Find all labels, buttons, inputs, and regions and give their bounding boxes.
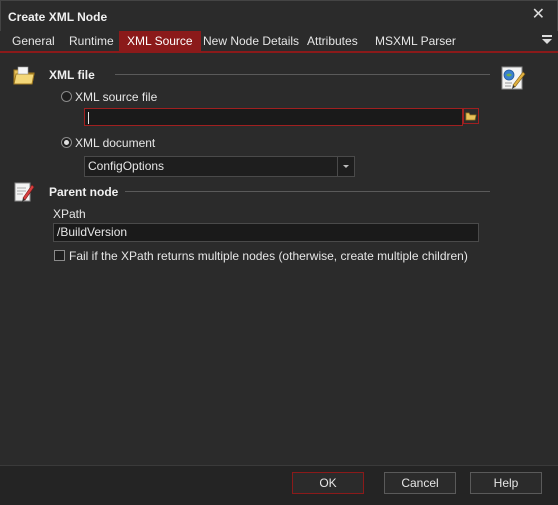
xml-document-select[interactable]: ConfigOptions [84,156,355,177]
xml-file-divider [115,74,490,75]
tab-msxml-parser[interactable]: MSXML Parser [367,31,464,52]
xml-file-heading: XML file [49,68,95,82]
dialog-footer: OK Cancel Help [0,465,558,505]
text-caret [88,111,89,124]
window-title: Create XML Node [8,10,108,24]
xml-document-radio[interactable] [61,137,72,148]
xpath-input[interactable]: /BuildVersion [53,223,479,242]
open-folder-icon [465,112,477,121]
tab-overflow-menu-icon[interactable] [542,35,552,47]
xml-document-select-value: ConfigOptions [88,159,165,173]
xml-document-label: XML document [75,136,156,150]
xml-source-file-label: XML source file [75,90,158,104]
folder-icon [12,64,36,91]
tab-attributes[interactable]: Attributes [299,31,366,52]
xml-source-file-radio[interactable] [61,91,72,102]
close-icon[interactable]: ✕ [532,6,545,24]
tab-xml-source[interactable]: XML Source [119,31,201,52]
tab-content-xml-source: XML file XML source file XML document Co… [0,55,558,465]
tab-new-node-details[interactable]: New Node Details [195,31,307,52]
parent-node-divider [125,191,490,192]
title-bar: Create XML Node ✕ [0,0,558,31]
fail-multiple-nodes-checkbox[interactable] [54,250,65,261]
chevron-down-icon [337,157,354,176]
fail-multiple-nodes-label: Fail if the XPath returns multiple nodes… [69,249,468,263]
edit-document-icon [12,180,36,207]
tab-bar: General Runtime XML Source New Node Deta… [0,31,558,53]
xpath-label: XPath [53,207,86,221]
parent-node-heading: Parent node [49,185,119,199]
tab-runtime[interactable]: Runtime [61,31,122,52]
cancel-button[interactable]: Cancel [384,472,456,494]
xml-source-file-input[interactable] [84,108,463,126]
tab-general[interactable]: General [4,31,63,52]
help-button[interactable]: Help [470,472,542,494]
browse-folder-button[interactable] [463,108,479,124]
xml-document-edit-icon [499,64,527,95]
ok-button[interactable]: OK [292,472,364,494]
